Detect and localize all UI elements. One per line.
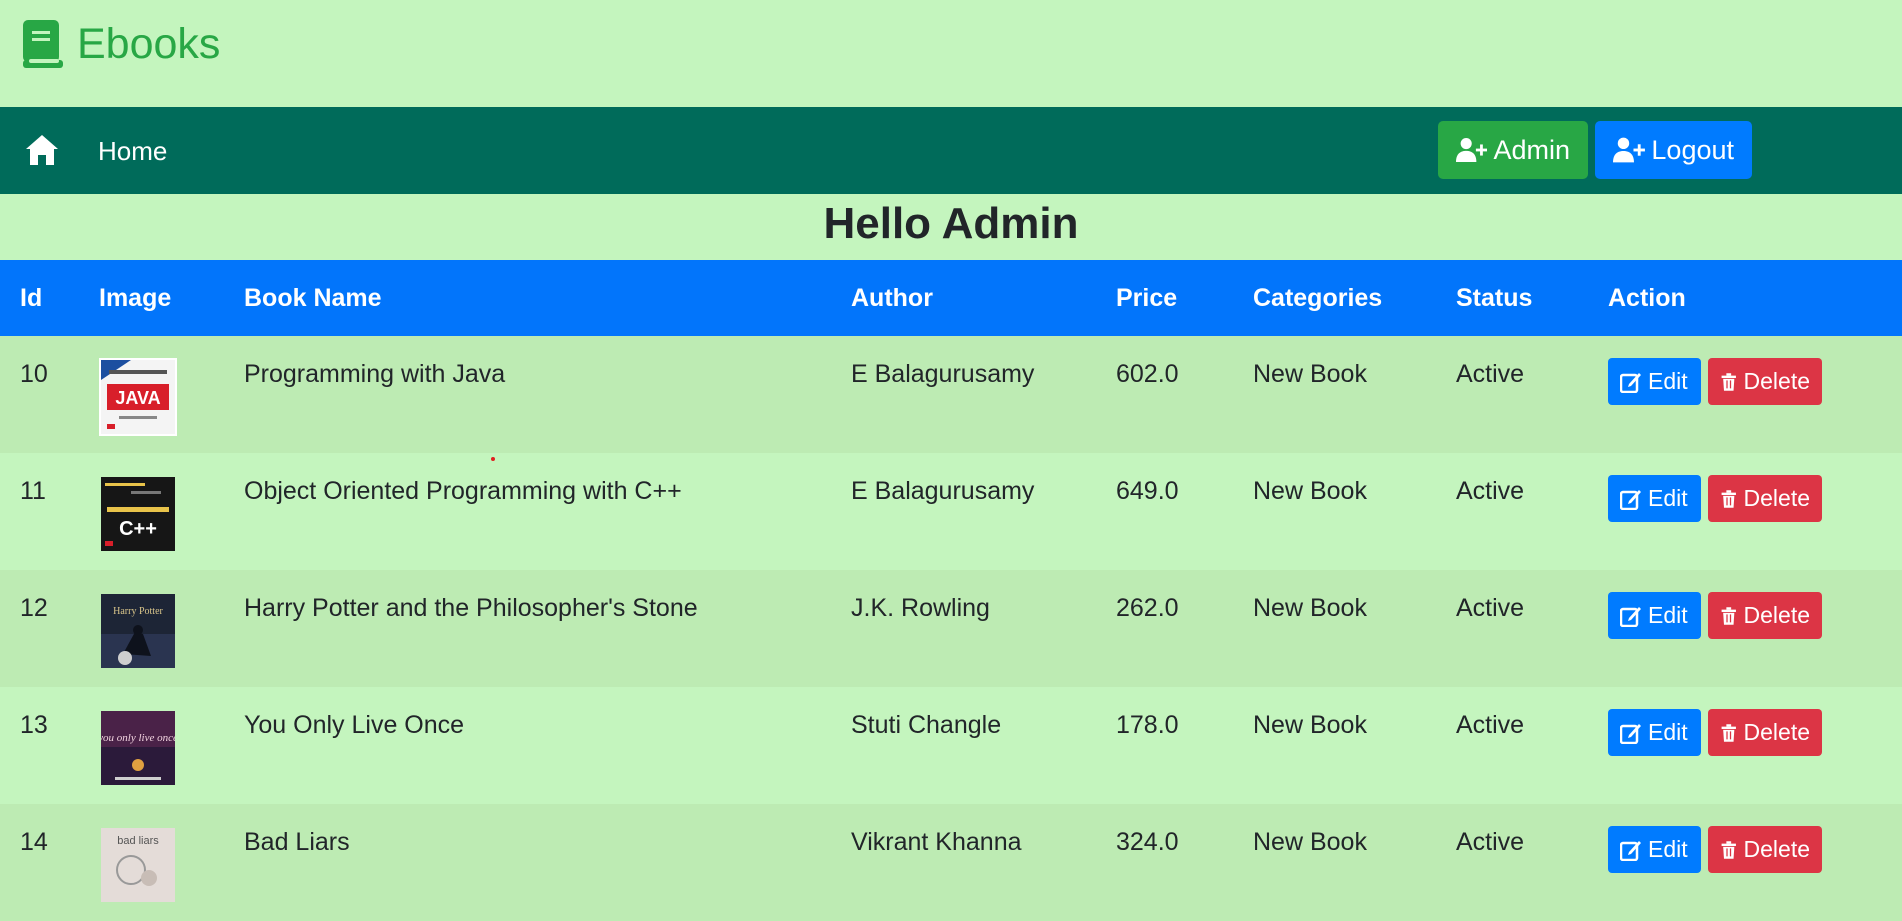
trash-icon: [1721, 723, 1736, 742]
delete-button[interactable]: Delete: [1708, 475, 1822, 522]
table-row: 11 C++ Object Oriented Programming with …: [0, 453, 1902, 570]
table-row: 14 bad liars Bad Liars Vikrant Khanna 32…: [0, 804, 1902, 921]
admin-label: Admin: [1493, 134, 1570, 165]
edit-icon: [1620, 489, 1641, 510]
cover-text: JAVA: [115, 388, 160, 408]
book-price: 262.0: [1116, 594, 1179, 622]
book-price: 324.0: [1116, 828, 1179, 856]
book-price: 178.0: [1116, 711, 1179, 739]
book-name: Bad Liars: [244, 828, 350, 856]
home-link[interactable]: Home: [98, 136, 167, 166]
logout-button[interactable]: Logout: [1595, 121, 1752, 179]
edit-label: Edit: [1648, 485, 1688, 511]
col-price: Price: [1116, 284, 1178, 312]
delete-button[interactable]: Delete: [1708, 826, 1822, 873]
edit-label: Edit: [1648, 719, 1688, 745]
trash-icon: [1721, 606, 1736, 625]
brand-name: Ebooks: [77, 20, 221, 68]
trash-icon: [1721, 840, 1736, 859]
edit-button[interactable]: Edit: [1608, 475, 1701, 522]
edit-button[interactable]: Edit: [1608, 592, 1701, 639]
navbar: Home Admin Logout: [0, 107, 1902, 194]
book-category: New Book: [1253, 828, 1367, 856]
delete-button[interactable]: Delete: [1708, 709, 1822, 756]
delete-label: Delete: [1743, 836, 1810, 862]
book-id: 10: [20, 360, 48, 388]
book-category: New Book: [1253, 477, 1367, 505]
book-author: E Balagurusamy: [851, 477, 1035, 505]
delete-button[interactable]: Delete: [1708, 592, 1822, 639]
book-name: Object Oriented Programming with C++: [244, 477, 682, 505]
book-cover-image: C++: [99, 475, 177, 553]
col-author: Author: [851, 284, 933, 312]
cover-text: Harry Potter: [113, 606, 163, 617]
user-plus-icon: [1613, 137, 1645, 163]
edit-label: Edit: [1648, 602, 1688, 628]
book-name: You Only Live Once: [244, 711, 465, 739]
edit-button[interactable]: Edit: [1608, 709, 1701, 756]
edit-icon: [1620, 840, 1641, 861]
book-cover-image: JAVA: [99, 358, 177, 436]
book-id: 12: [20, 594, 48, 622]
book-author: E Balagurusamy: [851, 360, 1035, 388]
col-status: Status: [1456, 284, 1533, 312]
book-status: Active: [1456, 594, 1525, 622]
book-category: New Book: [1253, 711, 1367, 739]
home-icon[interactable]: [24, 133, 60, 167]
col-book-name: Book Name: [244, 284, 382, 312]
trash-icon: [1721, 372, 1736, 391]
book-cover-image: bad liars: [99, 826, 177, 904]
book-name: Harry Potter and the Philosopher's Stone: [244, 594, 698, 622]
col-categories: Categories: [1253, 284, 1383, 312]
edit-icon: [1620, 372, 1641, 393]
book-price: 649.0: [1116, 477, 1179, 505]
book-author: J.K. Rowling: [851, 594, 990, 622]
book-cover-image: Harry Potter: [99, 592, 177, 670]
book-id: 13: [20, 711, 48, 739]
book-author: Stuti Changle: [851, 711, 1002, 739]
col-id: Id: [20, 284, 43, 312]
book-id: 14: [20, 828, 48, 856]
book-category: New Book: [1253, 360, 1367, 388]
book-status: Active: [1456, 828, 1525, 856]
edit-icon: [1620, 606, 1641, 627]
book-icon: [23, 20, 63, 68]
book-author: Vikrant Khanna: [851, 828, 1022, 856]
edit-button[interactable]: Edit: [1608, 358, 1701, 405]
delete-label: Delete: [1743, 602, 1810, 628]
cursor-dot: [491, 457, 495, 461]
book-category: New Book: [1253, 594, 1367, 622]
book-status: Active: [1456, 360, 1525, 388]
edit-label: Edit: [1648, 368, 1688, 394]
logout-label: Logout: [1651, 134, 1734, 165]
cover-text: C++: [119, 518, 157, 540]
cover-text: you only live once: [101, 732, 175, 744]
table-row: 12 Harry Potter Harry Potter and the Phi…: [0, 570, 1902, 687]
book-id: 11: [20, 477, 46, 505]
book-price: 602.0: [1116, 360, 1179, 388]
cover-text: bad liars: [117, 835, 159, 847]
book-status: Active: [1456, 711, 1525, 739]
brand-bar: Ebooks: [0, 0, 1902, 107]
table-header: Id Image Book Name Author Price Categori…: [0, 260, 1902, 336]
edit-button[interactable]: Edit: [1608, 826, 1701, 873]
user-plus-icon: [1456, 137, 1488, 163]
admin-button[interactable]: Admin: [1438, 121, 1588, 179]
col-action: Action: [1608, 284, 1686, 312]
edit-icon: [1620, 723, 1641, 744]
brand[interactable]: Ebooks: [23, 20, 220, 68]
book-status: Active: [1456, 477, 1525, 505]
page-title: Hello Admin: [823, 199, 1079, 248]
book-name: Programming with Java: [244, 360, 506, 388]
table-row: 13 you only live once You Only Live Once…: [0, 687, 1902, 804]
delete-label: Delete: [1743, 719, 1810, 745]
col-image: Image: [99, 284, 172, 312]
trash-icon: [1721, 489, 1736, 508]
table-row: 10 JAVA Programming with Java E Balaguru…: [0, 336, 1902, 453]
delete-button[interactable]: Delete: [1708, 358, 1822, 405]
edit-label: Edit: [1648, 836, 1688, 862]
book-cover-image: you only live once: [99, 709, 177, 787]
delete-label: Delete: [1743, 485, 1810, 511]
delete-label: Delete: [1743, 368, 1810, 394]
